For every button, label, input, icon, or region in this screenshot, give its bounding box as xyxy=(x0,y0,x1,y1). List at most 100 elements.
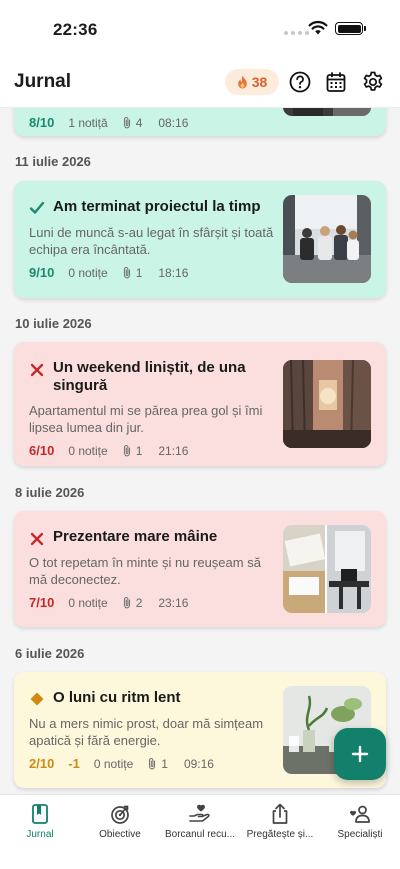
entry-score: 9/10 xyxy=(29,265,55,280)
paperclip-icon xyxy=(149,758,156,770)
entry-notes-count: 0 notițe xyxy=(93,756,134,771)
entry-attachments-count: 2 xyxy=(135,595,143,610)
paperclip-icon xyxy=(123,117,130,129)
date-heading: 11 iulie 2026 xyxy=(15,154,91,169)
entry-text: Un weekend liniștit, de una singură Apar… xyxy=(29,359,279,436)
entry-photo[interactable] xyxy=(283,195,371,283)
entry-score: 8/10 xyxy=(29,115,55,130)
entry-title: Un weekend liniștit, de una singură xyxy=(53,359,246,394)
journal-entry-card[interactable]: Prezentare mare mâine O tot repetam în m… xyxy=(14,511,386,627)
cross-icon xyxy=(30,532,44,546)
tab-label: Specialiști xyxy=(337,829,383,840)
entry-meta: 6/10 0 notițe 1 21:16 xyxy=(29,443,188,458)
entry-title: Prezentare mare mâine xyxy=(53,528,218,545)
streak-badge[interactable]: 38 xyxy=(225,69,279,95)
entry-attachments: 4 xyxy=(122,115,143,130)
entry-title: O luni cu ritm lent xyxy=(53,689,181,706)
app-header: Jurnal 38 xyxy=(0,58,400,108)
flame-icon xyxy=(237,75,247,89)
wifi-icon xyxy=(308,20,328,35)
add-entry-button[interactable] xyxy=(334,728,386,780)
entry-time: 21:16 xyxy=(158,443,189,458)
entry-meta: 8/10 1 notiță 4 08:16 xyxy=(29,115,188,130)
entry-attachments-count: 1 xyxy=(161,756,168,771)
specialists-icon xyxy=(350,805,370,823)
entry-text: Am terminat proiectul la timp Luni de mu… xyxy=(29,198,279,258)
entry-body: Luni de muncă s-au legat în sfârșit și t… xyxy=(29,225,274,257)
battery-icon xyxy=(335,22,366,35)
entry-title-row: Prezentare mare mâine xyxy=(29,528,279,547)
entry-title: Am terminat proiectul la timp xyxy=(53,198,261,215)
tab-specialists[interactable]: Specialiști xyxy=(320,795,400,869)
entry-text: Prezentare mare mâine O tot repetam în m… xyxy=(29,528,279,588)
entry-body: Nu a mers nimic prost, doar mă simțeam a… xyxy=(29,716,264,748)
status-time: 22:36 xyxy=(53,20,98,39)
tab-journal[interactable]: Jurnal xyxy=(0,795,80,869)
entry-title-row: Am terminat proiectul la timp xyxy=(29,198,279,217)
tab-label: Obiective xyxy=(99,829,141,840)
journal-entry-card[interactable]: Am terminat proiectul la timp Luni de mu… xyxy=(14,181,386,298)
journal-entry-card[interactable]: O luni cu ritm lent Nu a mers nimic pros… xyxy=(14,672,386,788)
entry-score-delta: -1 xyxy=(68,756,80,771)
tab-label: Pregătește și... xyxy=(246,829,314,840)
entry-meta: 9/10 0 notițe 1 18:16 xyxy=(29,265,188,280)
paperclip-icon xyxy=(123,445,130,457)
entry-notes-count: 0 notițe xyxy=(68,265,108,280)
help-icon[interactable] xyxy=(288,70,312,94)
entry-attachments-count: 1 xyxy=(135,265,143,280)
entry-notes-count: 0 notițe xyxy=(68,595,108,610)
date-heading: 8 iulie 2026 xyxy=(15,485,85,500)
paperclip-icon xyxy=(123,267,130,279)
entry-time: 18:16 xyxy=(158,265,189,280)
entry-meta: 2/10 -1 0 notițe 1 09:16 xyxy=(29,756,214,771)
entry-text: O luni cu ritm lent Nu a mers nimic pros… xyxy=(29,689,279,749)
entry-title-row: Un weekend liniștit, de una singură xyxy=(29,359,279,395)
tab-prepare-share[interactable]: Pregătește și... xyxy=(240,795,320,869)
tab-objectives[interactable]: Obiective xyxy=(80,795,160,869)
calendar-icon[interactable] xyxy=(324,70,348,94)
page-title: Jurnal xyxy=(14,71,72,92)
entry-time: 23:16 xyxy=(158,595,189,610)
entry-attachments: 1 xyxy=(122,443,143,458)
entry-score: 2/10 xyxy=(29,756,55,771)
entry-notes-count: 1 notiță xyxy=(68,115,108,130)
target-icon xyxy=(111,805,129,824)
entry-body: O tot repetam în minte și nu reușeam să … xyxy=(29,555,261,587)
entry-time: 08:16 xyxy=(158,115,189,130)
signal-dots-icon xyxy=(284,31,309,35)
entry-meta: 7/10 0 notițe 2 23:16 xyxy=(29,595,188,610)
entry-attachments-count: 1 xyxy=(135,443,143,458)
tab-label: Jurnal xyxy=(26,829,54,840)
entry-notes-count: 0 notițe xyxy=(68,443,108,458)
entry-attachments-count: 4 xyxy=(135,115,143,130)
date-heading: 6 iulie 2026 xyxy=(15,646,85,661)
journal-screen: 22:36 Jurnal 38 8/10 1 notiță 4 08:16 11… xyxy=(0,0,400,869)
journal-entry-card[interactable]: 8/10 1 notiță 4 08:16 xyxy=(14,108,386,136)
plus-icon xyxy=(351,745,369,763)
entry-time: 09:16 xyxy=(183,756,214,771)
tab-gratitude-jar[interactable]: Borcanul recu... xyxy=(160,795,240,869)
entry-score: 7/10 xyxy=(29,595,55,610)
checkmark-icon xyxy=(29,201,45,214)
share-icon xyxy=(272,803,288,824)
entry-attachments: 1 xyxy=(122,265,143,280)
cross-icon xyxy=(30,363,44,377)
journal-entry-card[interactable]: Un weekend liniștit, de una singură Apar… xyxy=(14,342,386,466)
entry-photo[interactable] xyxy=(283,108,371,116)
entry-attachments: 1 xyxy=(147,757,168,771)
journal-feed[interactable]: 8/10 1 notiță 4 08:16 11 iulie 2026 Am t… xyxy=(0,108,400,794)
diamond-icon xyxy=(30,692,44,706)
entry-title-row: O luni cu ritm lent xyxy=(29,689,279,708)
journal-icon xyxy=(32,804,48,824)
entry-body: Apartamentul mi se părea prea gol și îmi… xyxy=(29,403,263,435)
entry-photo[interactable] xyxy=(283,525,371,613)
entry-photo[interactable] xyxy=(283,360,371,448)
streak-count: 38 xyxy=(251,74,268,90)
settings-icon[interactable] xyxy=(361,70,385,94)
status-bar: 22:36 xyxy=(0,0,400,58)
entry-attachments: 2 xyxy=(122,595,143,610)
entry-score: 6/10 xyxy=(29,443,55,458)
bottom-tab-bar: Jurnal Obiective Borcanul recu... Pregăt… xyxy=(0,794,400,869)
tab-label: Borcanul recu... xyxy=(164,829,236,840)
date-heading: 10 iulie 2026 xyxy=(15,316,92,331)
